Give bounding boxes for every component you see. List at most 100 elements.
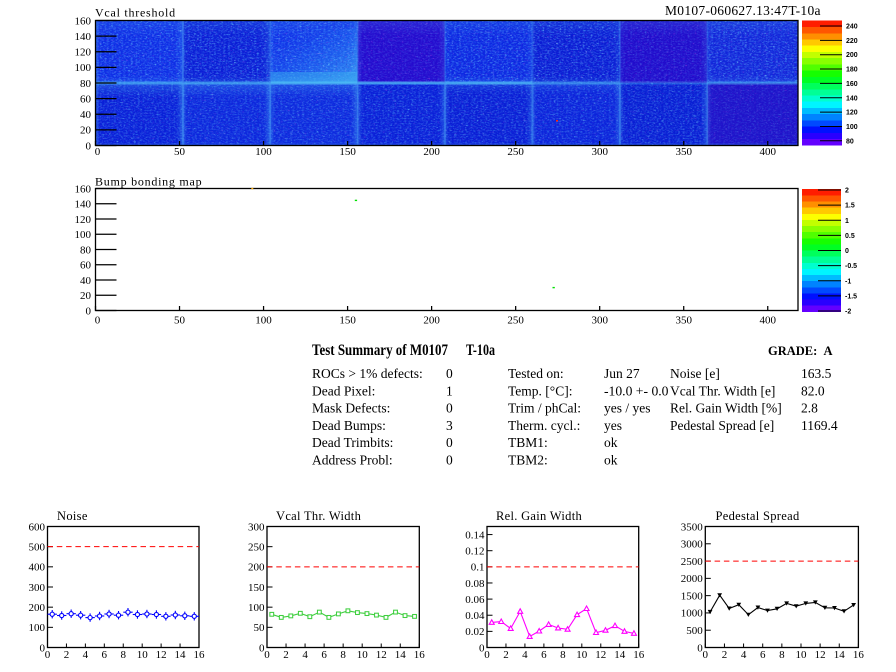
svg-text:250: 250 xyxy=(507,146,524,158)
svg-text:1169.4: 1169.4 xyxy=(801,418,838,433)
svg-text:0: 0 xyxy=(446,435,453,450)
svg-text:Rel. Gain Width [%]: Rel. Gain Width [%] xyxy=(670,401,782,416)
svg-text:Noise [e]: Noise [e] xyxy=(670,366,720,381)
svg-text:180: 180 xyxy=(846,67,858,74)
svg-text:20: 20 xyxy=(80,125,92,137)
svg-text:80: 80 xyxy=(80,244,92,256)
svg-text:163.5: 163.5 xyxy=(801,366,832,381)
svg-text:2500: 2500 xyxy=(681,556,704,568)
svg-text:16: 16 xyxy=(194,649,206,661)
svg-text:300: 300 xyxy=(591,146,608,158)
svg-text:-10.0 +- 0.0: -10.0 +- 0.0 xyxy=(604,383,669,398)
svg-text:6: 6 xyxy=(321,649,327,661)
svg-text:1500: 1500 xyxy=(681,590,704,602)
svg-text:12: 12 xyxy=(156,649,167,661)
svg-text:-2: -2 xyxy=(845,309,851,316)
svg-text:0: 0 xyxy=(86,140,92,152)
svg-text:350: 350 xyxy=(675,315,692,327)
svg-text:150: 150 xyxy=(339,315,356,327)
svg-text:0: 0 xyxy=(95,315,101,327)
svg-text:Pedestal Spread [e]: Pedestal Spread [e] xyxy=(670,418,774,433)
svg-text:60: 60 xyxy=(80,93,92,105)
svg-text:Vcal threshold: Vcal threshold xyxy=(95,6,176,20)
svg-text:Vcal Thr. Width: Vcal Thr. Width xyxy=(276,509,362,523)
svg-text:3000: 3000 xyxy=(681,539,704,551)
svg-text:6: 6 xyxy=(541,649,547,661)
svg-text:80: 80 xyxy=(80,78,92,90)
svg-text:yes / yes: yes / yes xyxy=(604,401,651,416)
svg-text:14: 14 xyxy=(834,649,846,661)
svg-text:120: 120 xyxy=(75,47,92,59)
svg-text:500: 500 xyxy=(29,541,46,553)
svg-text:100: 100 xyxy=(75,229,92,241)
svg-text:0.08: 0.08 xyxy=(465,578,485,590)
svg-text:400: 400 xyxy=(760,146,777,158)
svg-text:4: 4 xyxy=(522,649,528,661)
svg-text:100: 100 xyxy=(248,602,265,614)
svg-text:1.5: 1.5 xyxy=(845,203,855,210)
svg-text:12: 12 xyxy=(815,649,826,661)
svg-text:Test Summary of M0107: Test Summary of M0107 xyxy=(312,342,448,359)
svg-text:2: 2 xyxy=(722,649,728,661)
svg-text:-0.5: -0.5 xyxy=(845,263,857,270)
svg-text:80: 80 xyxy=(846,138,854,145)
svg-text:220: 220 xyxy=(846,38,858,45)
svg-text:300: 300 xyxy=(591,315,608,327)
svg-text:TBM2:: TBM2: xyxy=(508,452,548,467)
svg-text:4: 4 xyxy=(302,649,308,661)
svg-text:0.5: 0.5 xyxy=(845,233,855,240)
svg-text:160: 160 xyxy=(75,15,92,27)
svg-text:200: 200 xyxy=(423,146,440,158)
svg-text:6: 6 xyxy=(760,649,766,661)
svg-text:1: 1 xyxy=(446,383,453,398)
svg-text:2.8: 2.8 xyxy=(801,401,818,416)
svg-text:Tested on:: Tested on: xyxy=(508,366,564,381)
svg-text:0: 0 xyxy=(45,649,51,661)
svg-text:Rel. Gain Width: Rel. Gain Width xyxy=(496,509,582,523)
svg-text:10: 10 xyxy=(576,649,588,661)
svg-text:140: 140 xyxy=(75,199,92,211)
svg-text:2: 2 xyxy=(503,649,509,661)
svg-text:0: 0 xyxy=(446,452,453,467)
svg-text:16: 16 xyxy=(414,649,426,661)
svg-text:160: 160 xyxy=(846,81,858,88)
svg-text:M0107-060627.13:47T-10a: M0107-060627.13:47T-10a xyxy=(665,3,821,18)
svg-text:Dead Pixel:: Dead Pixel: xyxy=(312,383,375,398)
svg-text:0: 0 xyxy=(484,649,490,661)
svg-text:-1.5: -1.5 xyxy=(845,293,857,300)
svg-text:500: 500 xyxy=(686,625,703,637)
svg-text:16: 16 xyxy=(853,649,865,661)
svg-text:Mask Defects:: Mask Defects: xyxy=(312,401,390,416)
svg-text:250: 250 xyxy=(507,315,524,327)
svg-text:50: 50 xyxy=(254,622,266,634)
svg-text:Pedestal Spread: Pedestal Spread xyxy=(716,509,800,523)
svg-text:200: 200 xyxy=(248,562,265,574)
svg-text:100: 100 xyxy=(29,622,46,634)
svg-text:400: 400 xyxy=(760,315,777,327)
svg-text:-1: -1 xyxy=(845,278,851,285)
svg-text:120: 120 xyxy=(75,214,92,226)
svg-text:2: 2 xyxy=(64,649,70,661)
svg-text:100: 100 xyxy=(255,315,272,327)
svg-text:300: 300 xyxy=(248,521,265,533)
svg-text:350: 350 xyxy=(675,146,692,158)
svg-text:2: 2 xyxy=(283,649,289,661)
svg-text:0.04: 0.04 xyxy=(465,610,485,622)
svg-text:100: 100 xyxy=(846,124,858,131)
svg-text:1: 1 xyxy=(845,218,849,225)
svg-text:10: 10 xyxy=(137,649,149,661)
svg-text:0.06: 0.06 xyxy=(465,594,485,606)
svg-text:0: 0 xyxy=(86,305,92,317)
svg-text:0.02: 0.02 xyxy=(465,626,484,638)
svg-text:600: 600 xyxy=(29,521,46,533)
svg-text:82.0: 82.0 xyxy=(801,383,825,398)
svg-text:12: 12 xyxy=(376,649,387,661)
svg-text:12: 12 xyxy=(595,649,606,661)
svg-text:3500: 3500 xyxy=(681,521,704,533)
svg-text:TBM1:: TBM1: xyxy=(508,435,548,450)
svg-text:20: 20 xyxy=(80,290,92,302)
svg-text:60: 60 xyxy=(80,260,92,272)
svg-text:T-10a: T-10a xyxy=(466,342,495,359)
svg-text:yes: yes xyxy=(604,418,622,433)
svg-text:Jun 27: Jun 27 xyxy=(604,366,640,381)
